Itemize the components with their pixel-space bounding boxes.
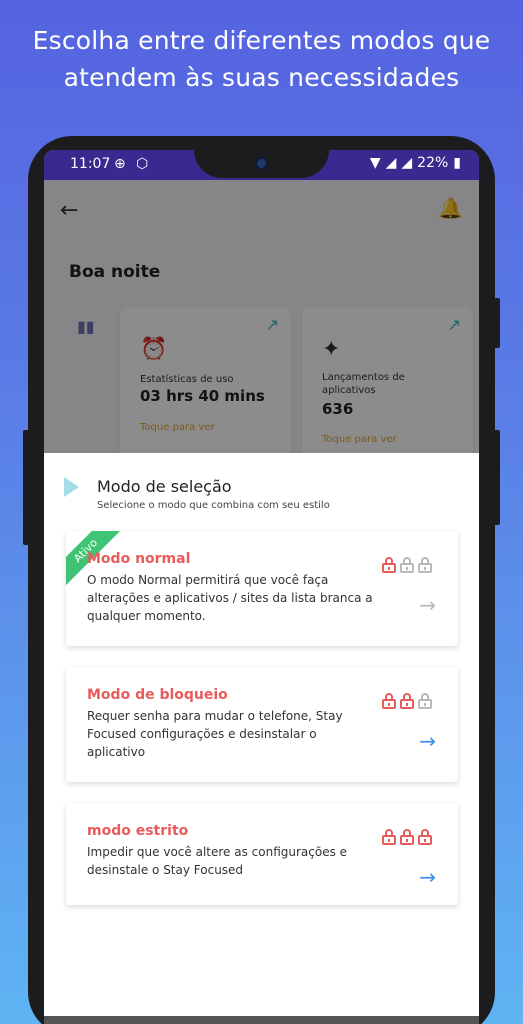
lock-level — [382, 557, 432, 573]
phone-left-button — [23, 430, 29, 545]
sheet-title: Modo de seleção — [97, 477, 232, 496]
arrow-right-icon[interactable]: → — [419, 865, 436, 889]
signal-icon: ◢ — [385, 155, 397, 171]
phone-side-button — [494, 298, 500, 348]
signal-icon: ◢ — [401, 155, 413, 171]
mode-title: Modo normal — [87, 551, 191, 567]
status-bar: 11:07 ⊕ ⬡ ▼ ◢ ◢ 22% ▮ — [44, 150, 479, 180]
lock-icon — [418, 693, 432, 709]
mode-description: Requer senha para mudar o telefone, Stay… — [87, 709, 343, 759]
headline: Escolha entre diferentes modos que atend… — [0, 22, 523, 96]
sheet-subtitle: Selecione o modo que combina com seu est… — [97, 500, 330, 511]
lock-icon — [382, 557, 396, 573]
wifi-icon: ▼ — [369, 155, 381, 171]
headline-line-2: atendem às suas necessidades — [63, 63, 460, 92]
front-camera — [255, 157, 268, 170]
mode-selection-sheet: Modo de seleção Selecione o modo que com… — [44, 453, 479, 1024]
mode-title: Modo de bloqueio — [87, 687, 228, 703]
mode-title: modo estrito — [87, 823, 189, 839]
mode-card-lock[interactable]: Modo de bloqueio Requer senha para mudar… — [66, 667, 458, 782]
phone-screen: ← 🔔 Boa noite ▮▮ ↗ ⏰ Estatísticas de uso… — [44, 150, 479, 1024]
battery-text: 22% — [417, 155, 449, 171]
lock-icon — [400, 693, 414, 709]
status-right: ▼ ◢ ◢ 22% ▮ — [370, 155, 461, 171]
mode-card-normal[interactable]: Ativo Modo normal O modo Normal permitir… — [66, 531, 458, 646]
lock-icon — [418, 557, 432, 573]
lock-level — [382, 693, 432, 709]
nav-bar — [44, 1016, 479, 1024]
headline-line-1: Escolha entre diferentes modos que — [32, 26, 491, 55]
battery-icon: ▮ — [453, 155, 461, 171]
mode-description: Impedir que você altere as configurações… — [87, 845, 348, 877]
phone-volume-button — [494, 430, 500, 525]
lock-icon — [418, 829, 432, 845]
hex-gear-icon: ⬡ — [136, 156, 149, 172]
mode-card-strict[interactable]: modo estrito Impedir que você altere as … — [66, 803, 458, 905]
status-time: 11:07 — [70, 156, 111, 172]
mode-description: O modo Normal permitirá que você faça al… — [87, 573, 373, 623]
lock-level — [382, 829, 432, 845]
play-icon — [64, 477, 79, 497]
lock-icon — [382, 829, 396, 845]
arrow-right-icon[interactable]: → — [419, 729, 436, 753]
lock-icon — [382, 693, 396, 709]
lock-icon — [400, 829, 414, 845]
lock-icon — [400, 557, 414, 573]
arrow-right-icon[interactable]: → — [419, 593, 436, 617]
target-icon: ⊕ — [114, 156, 126, 172]
